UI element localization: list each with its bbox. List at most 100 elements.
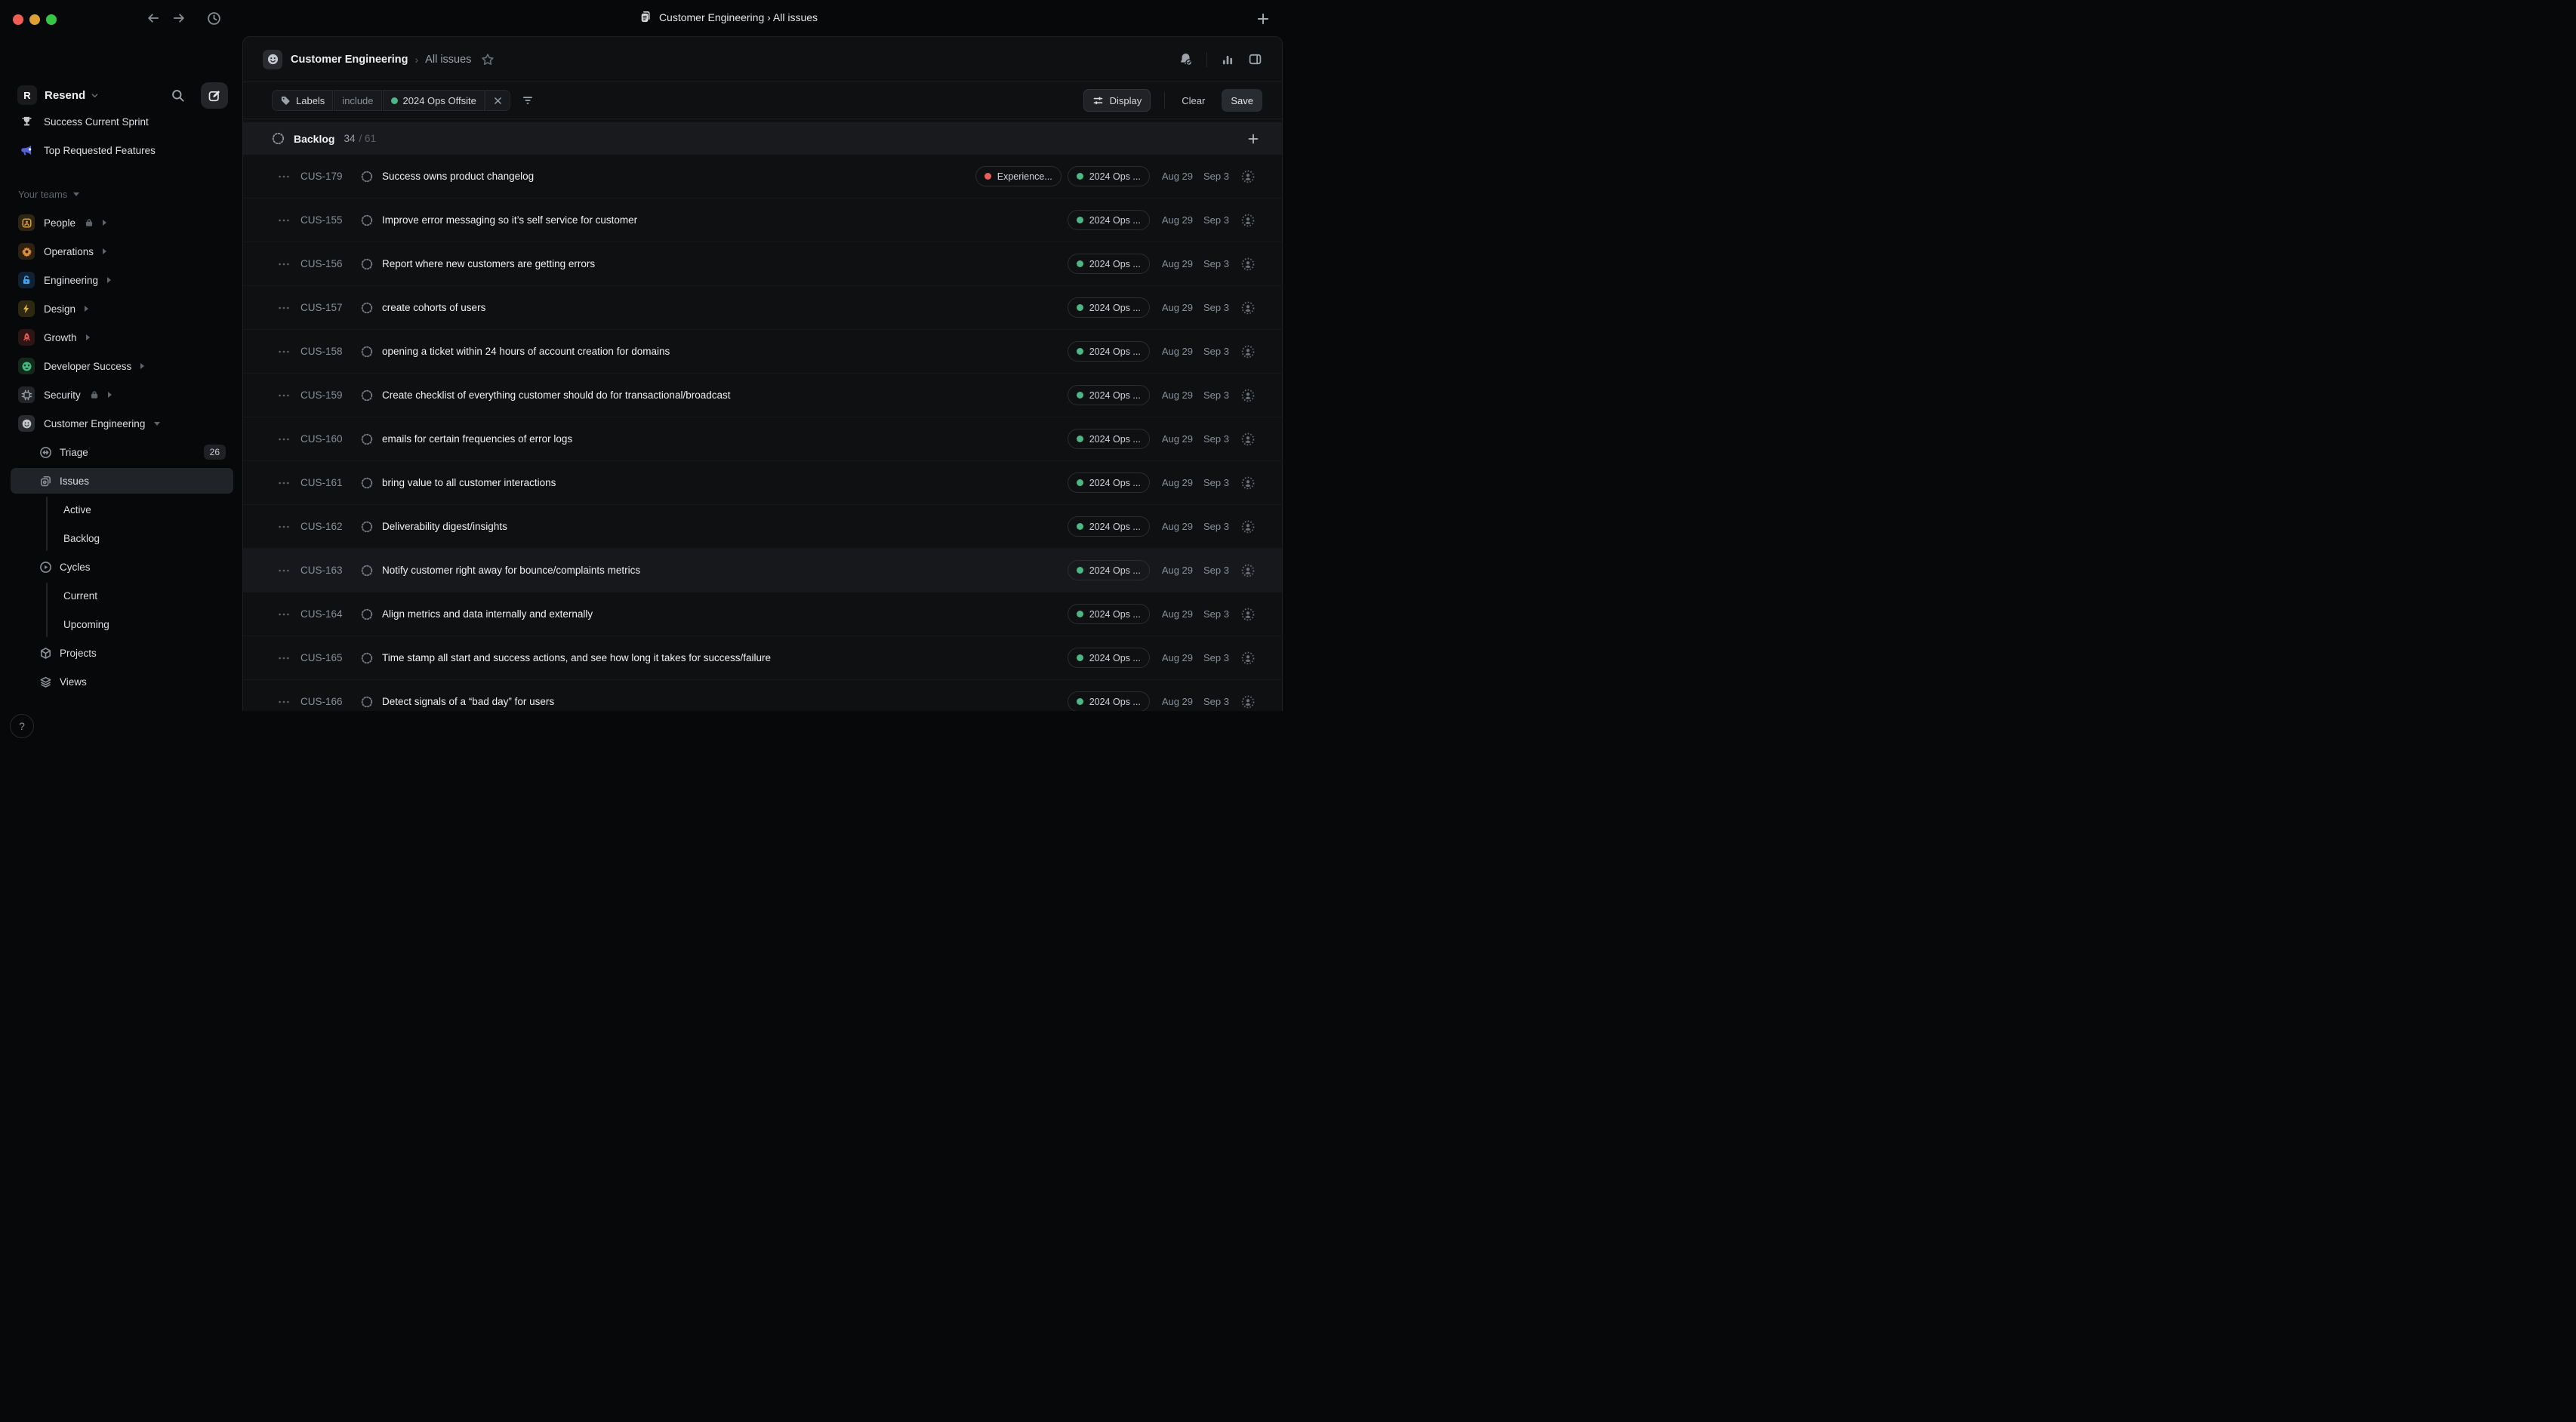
favorite-star-icon[interactable] [481,53,495,66]
sidebar-item-upcoming[interactable]: Upcoming [11,611,233,637]
label-chip[interactable]: 2024 Ops ... [1068,341,1150,362]
status-backlog-icon[interactable] [361,302,373,314]
issue-title[interactable]: bring value to all customer interactions [382,477,556,488]
unassigned-avatar-icon[interactable] [1241,608,1255,621]
issue-row[interactable]: CUS-155 Improve error messaging so it’s … [243,199,1282,242]
issue-row[interactable]: CUS-160 emails for certain frequencies o… [243,417,1282,461]
issue-row[interactable]: CUS-162 Deliverability digest/insights 2… [243,505,1282,549]
status-backlog-icon[interactable] [361,477,373,489]
issue-row[interactable]: CUS-165 Time stamp all start and success… [243,636,1282,680]
sidebar-item-cycles[interactable]: Cycles [11,554,233,580]
issue-title[interactable]: Improve error messaging so it’s self ser… [382,214,637,226]
sidebar-item-security[interactable]: Security [11,382,233,408]
issue-row[interactable]: CUS-161 bring value to all customer inte… [243,461,1282,505]
unassigned-avatar-icon[interactable] [1241,301,1255,315]
issue-title[interactable]: Detect signals of a “bad day” for users [382,696,554,707]
search-icon[interactable] [171,88,185,103]
unassigned-avatar-icon[interactable] [1241,389,1255,402]
save-button[interactable]: Save [1222,89,1262,112]
teams-section-header[interactable]: Your teams [18,184,79,204]
unassigned-avatar-icon[interactable] [1241,695,1255,709]
unassigned-avatar-icon[interactable] [1241,651,1255,665]
label-chip[interactable]: 2024 Ops ... [1068,648,1150,668]
issue-row[interactable]: CUS-156 Report where new customers are g… [243,242,1282,286]
sidebar-item-active[interactable]: Active [11,497,233,522]
filter-operator-segment[interactable]: include [334,90,381,111]
status-backlog-icon[interactable] [361,696,373,708]
label-chip[interactable]: 2024 Ops ... [1068,385,1150,405]
label-chip[interactable]: 2024 Ops ... [1068,691,1150,711]
sidebar-item-triage[interactable]: Triage 26 [11,439,233,465]
forward-button[interactable] [172,11,186,25]
status-backlog-icon[interactable] [361,433,373,445]
chevron-right-icon[interactable] [103,248,106,254]
issue-title[interactable]: Notify customer right away for bounce/co… [382,565,640,576]
sidebar-item-growth[interactable]: Growth [11,325,233,350]
priority-none-icon[interactable] [278,389,290,402]
unassigned-avatar-icon[interactable] [1241,345,1255,359]
unassigned-avatar-icon[interactable] [1241,476,1255,490]
priority-none-icon[interactable] [278,433,290,445]
unassigned-avatar-icon[interactable] [1241,520,1255,534]
issue-title[interactable]: Success owns product changelog [382,171,534,182]
status-backlog-icon[interactable] [361,389,373,402]
label-chip[interactable]: 2024 Ops ... [1068,166,1150,186]
label-chip[interactable]: 2024 Ops ... [1068,472,1150,493]
label-chip[interactable]: 2024 Ops ... [1068,210,1150,230]
insights-chart-icon[interactable] [1221,53,1234,66]
status-backlog-icon[interactable] [361,652,373,664]
label-chip[interactable]: 2024 Ops ... [1068,604,1150,624]
priority-none-icon[interactable] [278,608,290,620]
traffic-close-button[interactable] [13,14,23,25]
status-backlog-icon[interactable] [361,258,373,270]
issue-row[interactable]: CUS-159 Create checklist of everything c… [243,374,1282,417]
sidebar-item-current[interactable]: Current [11,583,233,608]
add-issue-button[interactable] [1247,133,1259,145]
unassigned-avatar-icon[interactable] [1241,257,1255,271]
notifications-bell-icon[interactable] [1179,52,1193,66]
add-filter-icon[interactable] [522,94,534,106]
chevron-right-icon[interactable] [140,363,144,369]
chevron-down-icon[interactable] [154,422,160,426]
new-tab-plus-button[interactable] [1256,12,1270,26]
label-chip[interactable]: 2024 Ops ... [1068,516,1150,537]
filter-remove-button[interactable] [485,90,510,111]
chevron-right-icon[interactable] [108,392,112,398]
breadcrumb-view[interactable]: All issues [425,54,471,66]
unassigned-avatar-icon[interactable] [1241,214,1255,227]
issue-title[interactable]: Deliverability digest/insights [382,521,507,532]
priority-none-icon[interactable] [278,521,290,533]
issue-title[interactable]: Align metrics and data internally and ex… [382,608,593,620]
display-button[interactable]: Display [1083,89,1151,112]
issue-row[interactable]: CUS-157 create cohorts of users 2024 Ops… [243,286,1282,330]
issue-title[interactable]: opening a ticket within 24 hours of acco… [382,346,670,357]
side-panel-toggle-icon[interactable] [1248,52,1262,66]
compose-button[interactable] [201,82,228,109]
label-chip[interactable]: 2024 Ops ... [1068,297,1150,318]
sidebar-item-people[interactable]: People [11,210,233,235]
sidebar-item-customer-engineering[interactable]: Customer Engineering [11,411,233,436]
breadcrumb-team[interactable]: Customer Engineering [291,54,408,66]
status-backlog-icon[interactable] [361,214,373,226]
issue-title[interactable]: emails for certain frequencies of error … [382,433,572,445]
status-backlog-icon[interactable] [361,608,373,620]
label-chip[interactable]: 2024 Ops ... [1068,254,1150,274]
priority-none-icon[interactable] [278,477,290,489]
issue-row[interactable]: CUS-158 opening a ticket within 24 hours… [243,330,1282,374]
unassigned-avatar-icon[interactable] [1241,564,1255,577]
label-chip[interactable]: 2024 Ops ... [1068,429,1150,449]
status-backlog-icon[interactable] [361,346,373,358]
issue-row[interactable]: CUS-179 Success owns product changelog E… [243,155,1282,199]
issue-title[interactable]: Report where new customers are getting e… [382,258,595,269]
sidebar-item-views[interactable]: Views [11,669,233,694]
status-backlog-icon[interactable] [361,521,373,533]
issue-row[interactable]: CUS-164 Align metrics and data internall… [243,592,1282,636]
chevron-right-icon[interactable] [107,277,111,283]
sidebar-item-engineering[interactable]: Engineering [11,267,233,293]
help-button[interactable]: ? [10,714,34,738]
sidebar-item-developer-success[interactable]: Developer Success [11,353,233,379]
history-clock-icon[interactable] [207,11,221,26]
status-backlog-icon[interactable] [361,171,373,183]
priority-none-icon[interactable] [278,258,290,270]
priority-none-icon[interactable] [278,565,290,577]
